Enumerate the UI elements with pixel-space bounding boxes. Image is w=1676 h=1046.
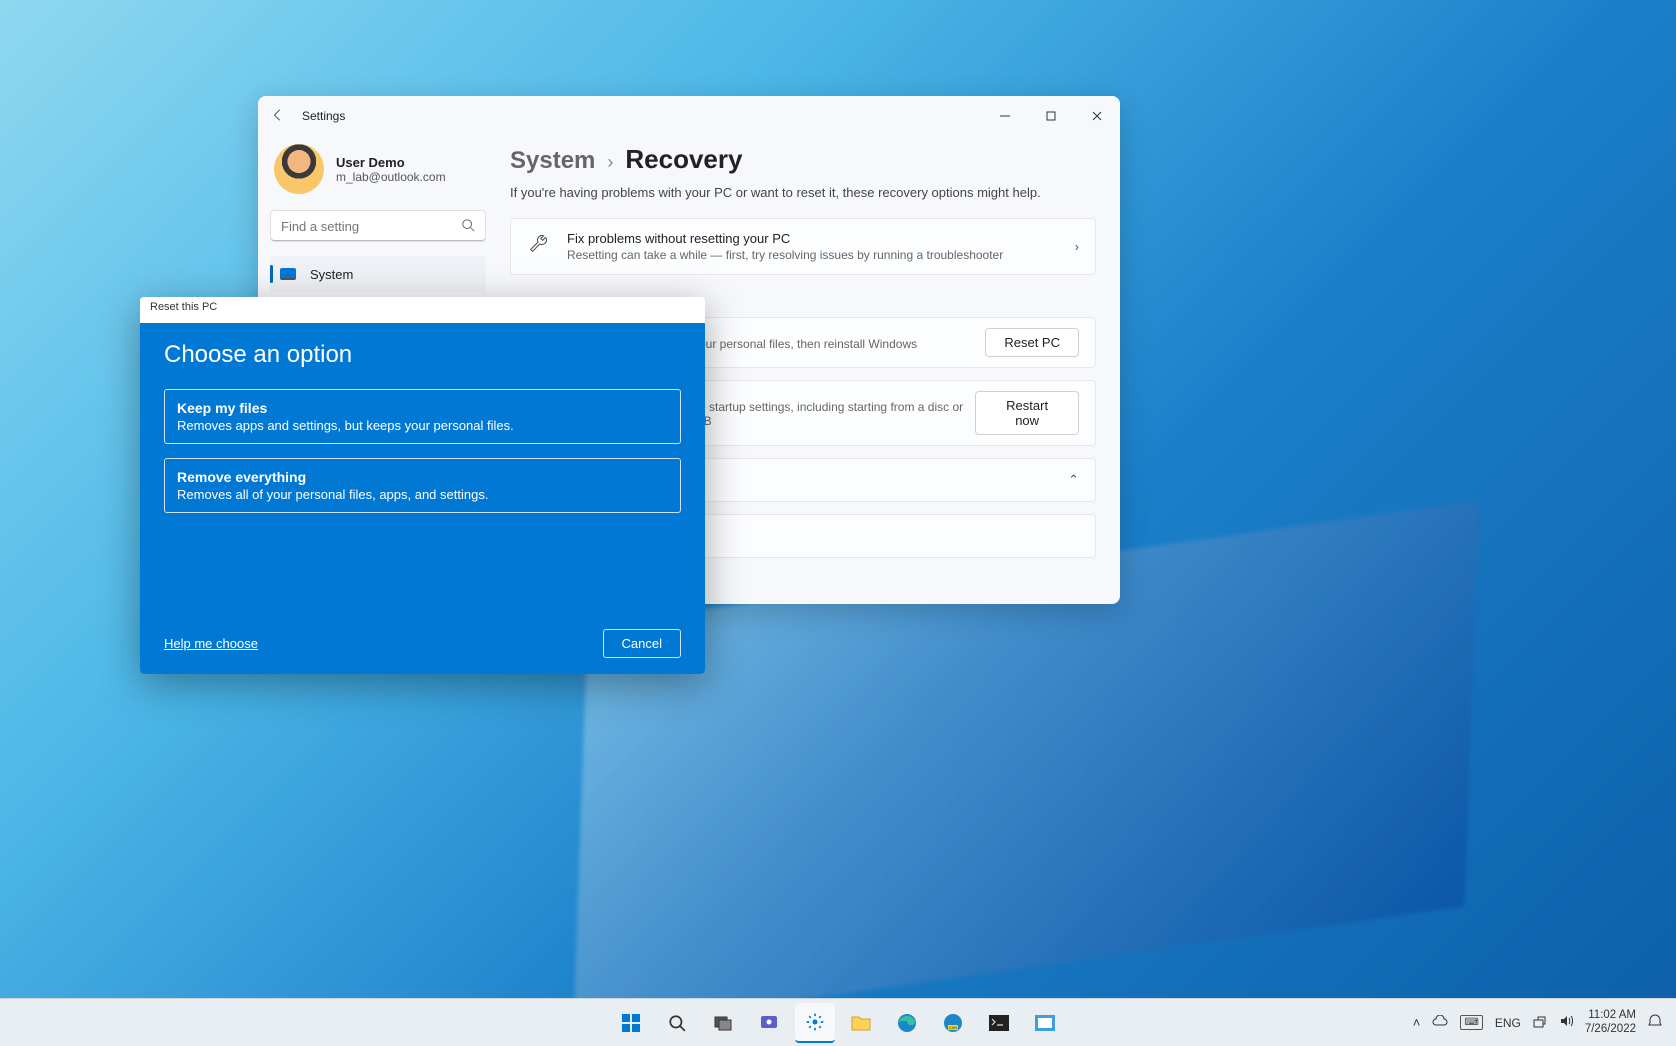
onedrive-icon[interactable]: [1432, 1015, 1448, 1030]
active-indicator: [270, 265, 273, 283]
dialog-heading: Choose an option: [164, 341, 681, 369]
app-icon[interactable]: [1025, 1003, 1065, 1043]
card-desc: Resetting can take a while — first, try …: [567, 248, 1003, 262]
wrench-icon: [527, 233, 551, 260]
option-remove-everything[interactable]: Remove everything Removes all of your pe…: [164, 458, 681, 513]
search-input[interactable]: [281, 219, 461, 234]
network-icon[interactable]: [1533, 1014, 1547, 1031]
tray-chevron-icon[interactable]: ˄: [1413, 1015, 1421, 1030]
option-title: Remove everything: [177, 469, 668, 485]
chevron-right-icon: ›: [607, 152, 613, 173]
svg-text:CAN: CAN: [949, 1025, 958, 1030]
page-subtext: If you're having problems with your PC o…: [510, 185, 1096, 200]
help-me-choose-link[interactable]: Help me choose: [164, 636, 258, 651]
search-taskbar-icon[interactable]: [657, 1003, 697, 1043]
search-box[interactable]: [270, 210, 486, 242]
restart-now-button[interactable]: Restart now: [975, 391, 1079, 435]
file-explorer-icon[interactable]: [841, 1003, 881, 1043]
cancel-button[interactable]: Cancel: [603, 629, 681, 658]
avatar: [274, 144, 324, 194]
clock-time: 11:02 AM: [1585, 1009, 1636, 1023]
taskbar: CAN ˄ ⌨ ENG 11:02 AM 7/26/2022: [0, 998, 1676, 1046]
option-desc: Removes apps and settings, but keeps you…: [177, 418, 668, 433]
volume-icon[interactable]: [1559, 1014, 1573, 1031]
settings-taskbar-icon[interactable]: [795, 1003, 835, 1043]
breadcrumb-current: Recovery: [625, 144, 742, 175]
dialog-title: Reset this PC: [140, 297, 705, 323]
close-button[interactable]: [1074, 96, 1120, 136]
sidebar-item-label: System: [310, 267, 353, 282]
dialog-body: Choose an option Keep my files Removes a…: [140, 323, 705, 674]
card-title: Fix problems without resetting your PC: [567, 231, 1003, 246]
clock-date: 7/26/2022: [1585, 1023, 1636, 1037]
terminal-icon[interactable]: [979, 1003, 1019, 1043]
breadcrumb-parent[interactable]: System: [510, 147, 595, 175]
taskbar-right: ˄ ⌨ ENG 11:02 AM 7/26/2022: [1413, 1009, 1676, 1037]
system-icon: [280, 268, 296, 280]
profile-block[interactable]: User Demo m_lab@outlook.com: [270, 136, 486, 210]
dialog-footer: Help me choose Cancel: [164, 629, 681, 658]
card-fix-problems[interactable]: Fix problems without resetting your PC R…: [510, 218, 1096, 275]
task-view-icon[interactable]: [703, 1003, 743, 1043]
chevron-right-icon: ›: [1075, 239, 1079, 254]
option-title: Keep my files: [177, 400, 668, 416]
edge-canary-icon[interactable]: CAN: [933, 1003, 973, 1043]
minimize-button[interactable]: [982, 96, 1028, 136]
notifications-icon[interactable]: [1648, 1014, 1662, 1031]
profile-name: User Demo: [336, 155, 446, 170]
keyboard-icon[interactable]: ⌨: [1460, 1015, 1482, 1030]
option-desc: Removes all of your personal files, apps…: [177, 487, 668, 502]
chat-icon[interactable]: [749, 1003, 789, 1043]
card-desc: …our personal files, then reinstall Wind…: [687, 337, 917, 351]
titlebar: Settings: [258, 96, 1120, 136]
reset-pc-dialog: Reset this PC Choose an option Keep my f…: [140, 297, 705, 674]
start-button[interactable]: [611, 1003, 651, 1043]
edge-icon[interactable]: [887, 1003, 927, 1043]
back-button[interactable]: [258, 108, 298, 125]
chevron-up-icon: ⌃: [1068, 472, 1079, 488]
option-keep-my-files[interactable]: Keep my files Removes apps and settings,…: [164, 389, 681, 444]
language-indicator[interactable]: ENG: [1495, 1016, 1521, 1030]
profile-email: m_lab@outlook.com: [336, 170, 446, 184]
sidebar-item-system[interactable]: System: [270, 256, 486, 292]
taskbar-center: CAN: [611, 1003, 1065, 1043]
card-desc: …e startup settings, including starting …: [687, 400, 975, 428]
maximize-button[interactable]: [1028, 96, 1074, 136]
window-title: Settings: [302, 109, 345, 123]
breadcrumb: System › Recovery: [510, 144, 1096, 175]
window-controls: [982, 96, 1120, 136]
clock[interactable]: 11:02 AM 7/26/2022: [1585, 1009, 1636, 1037]
reset-pc-button[interactable]: Reset PC: [985, 328, 1079, 357]
search-icon: [461, 218, 475, 235]
